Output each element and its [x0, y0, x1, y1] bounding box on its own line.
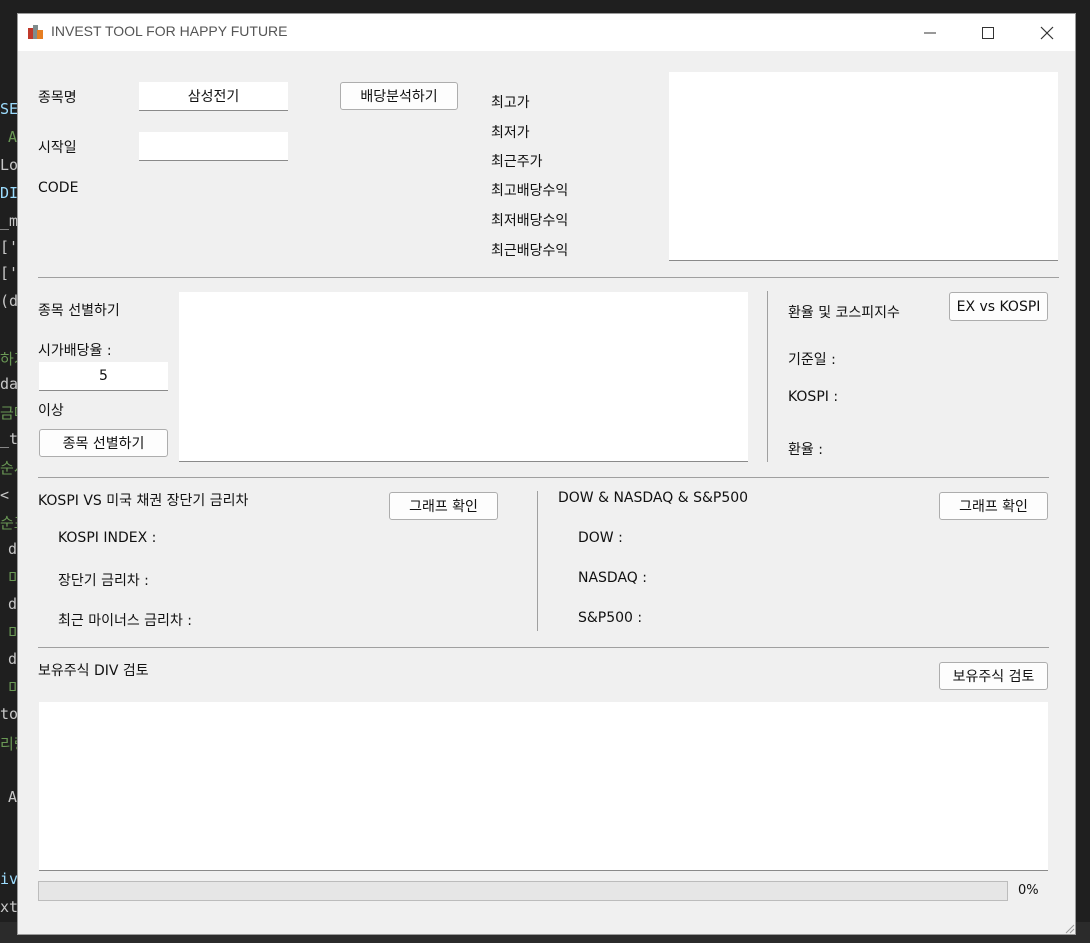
start-date-input[interactable]: [139, 132, 288, 161]
kospi-index-label: KOSPI INDEX :: [58, 530, 157, 546]
code-line: d: [8, 540, 18, 558]
holdings-review-button[interactable]: 보유주식 검토: [939, 662, 1048, 690]
maximize-button[interactable]: [959, 14, 1017, 51]
ex-vs-kospi-button[interactable]: EX vs KOSPI: [949, 292, 1048, 321]
section-divider: [38, 277, 1059, 278]
stat-max-dividend-label: 최고배당수익: [491, 183, 569, 199]
stock-name-label: 종목명: [38, 90, 77, 106]
dividend-analysis-button[interactable]: 배당분석하기: [340, 82, 458, 110]
stat-recent-price-label: 최근주가: [491, 154, 543, 170]
select-stocks-button[interactable]: 종목 선별하기: [39, 429, 168, 457]
us-index-graph-button[interactable]: 그래프 확인: [939, 492, 1048, 520]
code-line: d: [8, 650, 18, 668]
nasdaq-label: NASDAQ :: [578, 570, 647, 586]
close-button[interactable]: [1018, 14, 1076, 51]
stat-max-price-label: 최고가: [491, 95, 530, 111]
holdings-title: 보유주식 DIV 검토: [38, 663, 149, 679]
window-title: INVEST TOOL FOR HAPPY FUTURE: [51, 23, 288, 39]
yield-label: 시가배당율 :: [38, 343, 112, 359]
negative-spread-label: 최근 마이너스 금리차 :: [58, 613, 192, 629]
base-date-label: 기준일 :: [788, 352, 836, 368]
code-line: da: [0, 375, 19, 393]
progress-bar: [38, 881, 1008, 901]
exchange-rate-label: 환율 :: [788, 442, 823, 458]
holdings-result-panel[interactable]: [39, 702, 1048, 871]
resize-grip-icon[interactable]: [1063, 922, 1075, 934]
app-icon: [28, 25, 43, 39]
code-line: Lo: [0, 156, 19, 174]
bond-title: KOSPI VS 미국 채권 장단기 금리차: [38, 493, 249, 509]
stock-name-input[interactable]: 삼성전기: [139, 82, 288, 111]
code-line: A: [8, 128, 18, 146]
bond-graph-button[interactable]: 그래프 확인: [389, 492, 498, 520]
kospi-label: KOSPI :: [788, 389, 839, 405]
code-line: d: [8, 595, 18, 613]
code-line: (d: [0, 292, 19, 310]
stat-min-dividend-label: 최저배당수익: [491, 213, 569, 229]
maximize-icon: [982, 26, 994, 39]
sp500-label: S&P500 :: [578, 610, 643, 626]
yield-input[interactable]: 5: [39, 362, 168, 391]
code-line: [': [0, 264, 19, 282]
code-line: _t: [0, 430, 19, 448]
dow-label: DOW :: [578, 530, 623, 546]
rate-spread-label: 장단기 금리차 :: [58, 573, 149, 589]
minimize-button[interactable]: [901, 14, 959, 51]
minimize-icon: [924, 32, 936, 33]
code-label: CODE: [38, 180, 79, 196]
code-line: iv: [0, 870, 19, 888]
code-line: xt: [0, 898, 19, 916]
code-line: A: [8, 788, 18, 806]
code-line: DI: [0, 184, 19, 202]
section-divider: [767, 291, 768, 462]
code-line: to: [0, 705, 19, 723]
start-date-label: 시작일: [38, 140, 77, 156]
code-line: <: [0, 486, 10, 504]
above-label: 이상: [38, 403, 64, 419]
selection-result-list[interactable]: [179, 292, 748, 462]
title-bar[interactable]: INVEST TOOL FOR HAPPY FUTURE: [18, 14, 1075, 51]
exchange-title: 환율 및 코스피지수: [788, 305, 900, 321]
us-index-title: DOW & NASDAQ & S&P500: [558, 490, 749, 506]
section-divider: [537, 491, 538, 631]
stock-graph-panel: [669, 72, 1058, 261]
progress-label: 0%: [1018, 883, 1039, 898]
code-line: _m: [0, 212, 19, 230]
section-divider: [38, 477, 1049, 478]
stat-min-price-label: 최저가: [491, 125, 530, 141]
code-line: SE: [0, 100, 19, 118]
stat-recent-dividend-label: 최근배당수익: [491, 243, 569, 259]
selection-title: 종목 선별하기: [38, 303, 120, 319]
code-line: [': [0, 238, 19, 256]
close-icon: [1040, 26, 1054, 39]
section-divider: [38, 647, 1049, 648]
app-window: INVEST TOOL FOR HAPPY FUTURE 종목명 삼성전기 배당…: [17, 13, 1076, 935]
